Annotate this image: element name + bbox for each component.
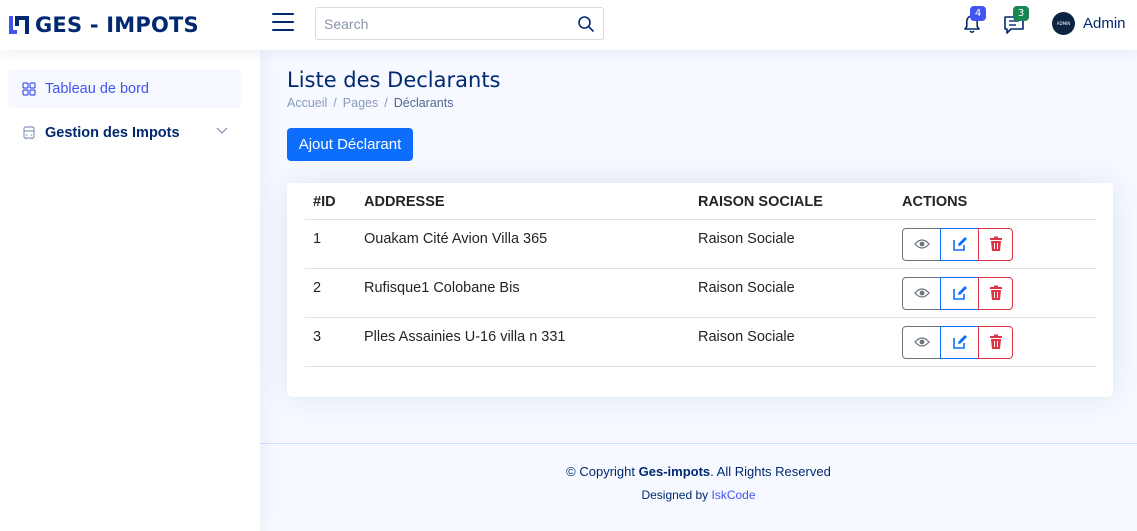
- view-button[interactable]: [902, 227, 941, 261]
- breadcrumb: Accueil / Pages / Déclarants: [287, 96, 459, 110]
- edit-button[interactable]: [940, 276, 979, 310]
- cell-actions: [902, 219, 1096, 269]
- brand-name: GES - IMPOTS: [35, 13, 199, 37]
- cell-raison-sociale: Raison Sociale: [698, 268, 902, 318]
- designer-link[interactable]: IskCode: [712, 488, 756, 502]
- breadcrumb-home[interactable]: Accueil: [287, 96, 327, 110]
- credits: Designed by IskCode: [260, 488, 1137, 502]
- table-row: 3 Plles Assainies U-16 villa n 331 Raiso…: [305, 317, 1096, 367]
- column-header-id: #ID: [305, 183, 364, 220]
- breadcrumb-separator: /: [384, 96, 388, 110]
- footer: © Copyright Ges-impots. All Rights Reser…: [260, 443, 1137, 531]
- delete-button[interactable]: [978, 325, 1013, 359]
- sidebar-item-dashboard[interactable]: Tableau de bord: [8, 69, 242, 108]
- user-name: Admin: [1083, 14, 1126, 32]
- cell-actions: [902, 268, 1096, 318]
- messages-badge: 3: [1013, 6, 1029, 21]
- view-button[interactable]: [902, 276, 941, 310]
- column-header-address: ADDRESSE: [364, 183, 698, 220]
- edit-icon: [952, 286, 967, 300]
- search-icon[interactable]: [577, 15, 595, 33]
- trash-icon: [989, 236, 1002, 251]
- sidebar-item-gestion-impots[interactable]: Gestion des Impots: [8, 113, 242, 152]
- delete-button[interactable]: [978, 227, 1013, 261]
- table-row: 2 Rufisque1 Colobane Bis Raison Sociale: [305, 268, 1096, 318]
- credits-label: Designed by: [641, 488, 712, 502]
- edit-button[interactable]: [940, 325, 979, 359]
- breadcrumb-pages[interactable]: Pages: [343, 96, 378, 110]
- breadcrumb-separator: /: [333, 96, 337, 110]
- avatar: ADMIN: [1052, 11, 1075, 35]
- table-header-row: #ID ADDRESSE RAISON SOCIALE ACTIONS: [305, 183, 1096, 220]
- trash-icon: [989, 334, 1002, 349]
- notifications-badge: 4: [970, 6, 986, 21]
- cell-address: Ouakam Cité Avion Villa 365: [364, 219, 698, 269]
- copyright: © Copyright Ges-impots. All Rights Reser…: [260, 464, 1137, 479]
- trash-icon: [989, 285, 1002, 300]
- cell-address: Plles Assainies U-16 villa n 331: [364, 317, 698, 367]
- menu-toggle-icon[interactable]: [272, 13, 294, 33]
- breadcrumb-current: Déclarants: [393, 96, 454, 110]
- cell-address: Rufisque1 Colobane Bis: [364, 268, 698, 318]
- notifications-button[interactable]: 4: [960, 6, 986, 36]
- copyright-prefix: © Copyright: [566, 464, 639, 479]
- edit-icon: [952, 237, 967, 251]
- profile-menu[interactable]: ADMIN Admin: [1052, 11, 1126, 35]
- page-title: Liste des Declarants: [287, 68, 501, 92]
- eye-icon: [913, 239, 930, 249]
- copyright-suffix: . All Rights Reserved: [710, 464, 831, 479]
- eye-icon: [913, 288, 930, 298]
- column-header-actions: ACTIONS: [902, 183, 1096, 220]
- edit-button[interactable]: [940, 227, 979, 261]
- add-declarant-button[interactable]: Ajout Déclarant: [287, 128, 413, 161]
- cell-actions: [902, 317, 1096, 367]
- chevron-down-icon: [216, 127, 228, 134]
- cell-id: 2: [305, 268, 364, 318]
- column-header-raison-sociale: RAISON SOCIALE: [698, 183, 902, 220]
- cell-id: 1: [305, 219, 364, 269]
- top-header: GES - IMPOTS 4 3 ADMIN Admin: [0, 0, 1137, 50]
- logo[interactable]: GES - IMPOTS: [7, 10, 199, 40]
- declarants-card: #ID ADDRESSE RAISON SOCIALE ACTIONS 1 Ou…: [287, 183, 1113, 397]
- search-bar: [315, 7, 604, 40]
- cell-id: 3: [305, 317, 364, 367]
- delete-button[interactable]: [978, 276, 1013, 310]
- building-icon: [23, 125, 35, 139]
- copyright-brand: Ges-impots: [638, 464, 711, 479]
- logo-icon: [9, 16, 29, 34]
- search-input[interactable]: [324, 14, 564, 34]
- table-row: 1 Ouakam Cité Avion Villa 365 Raison Soc…: [305, 219, 1096, 269]
- messages-button[interactable]: 3: [1002, 6, 1029, 36]
- sidebar-item-label: Tableau de bord: [45, 80, 149, 97]
- sidebar-item-label: Gestion des Impots: [45, 124, 180, 141]
- cell-raison-sociale: Raison Sociale: [698, 317, 902, 367]
- sidebar: Tableau de bord Gestion des Impots: [0, 50, 260, 531]
- edit-icon: [952, 335, 967, 349]
- grid-icon: [22, 81, 36, 96]
- view-button[interactable]: [902, 325, 941, 359]
- eye-icon: [913, 337, 930, 347]
- cell-raison-sociale: Raison Sociale: [698, 219, 902, 269]
- declarants-table: #ID ADDRESSE RAISON SOCIALE ACTIONS 1 Ou…: [305, 183, 1096, 367]
